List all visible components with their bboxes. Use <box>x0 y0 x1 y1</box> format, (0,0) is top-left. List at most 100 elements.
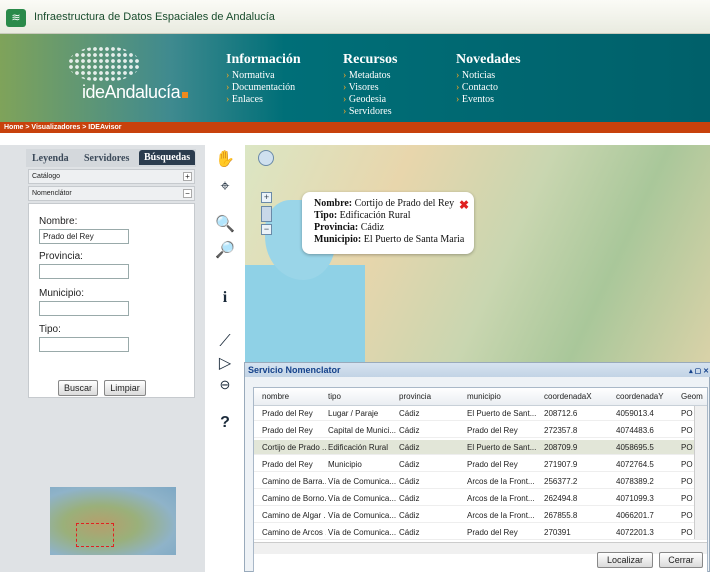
popup-municipio: El Puerto de Santa Maria <box>363 234 465 245</box>
breadcrumb[interactable]: Home > Visualizadores > IDEAvisor <box>0 122 710 133</box>
table-cell: PO <box>681 426 693 435</box>
logo-map-icon <box>68 46 140 82</box>
accordion-label: Catálogo <box>32 173 61 180</box>
table-cell: Vía de Comunica... <box>328 511 396 520</box>
clear-icon[interactable]: ⊖ <box>215 375 235 395</box>
tab-busquedas[interactable]: Búsquedas <box>139 150 196 165</box>
table-row[interactable]: Camino de Borno... Vía de Comunica... Cádi… <box>254 491 707 506</box>
menu-item[interactable]: Documentación <box>226 82 301 94</box>
search-form: Nombre: Prado del Rey Provincia: Municip… <box>28 203 195 398</box>
wifi-icon: ≋ <box>6 9 26 27</box>
table-row[interactable]: Camino de Arcos ... Vía de Comunica... Cád… <box>254 525 707 540</box>
municipio-field[interactable] <box>39 301 129 316</box>
table-cell: 4058695.5 <box>616 443 654 452</box>
table-cell: PO <box>681 511 693 520</box>
accordion-catalogo[interactable]: Catálogo + <box>28 169 195 184</box>
table-row[interactable]: Prado del Rey Municipio Cádiz Prado del Rey… <box>254 457 707 472</box>
table-row[interactable]: Camino de Algar ... Vía de Comunica... Cád… <box>254 508 707 523</box>
vertical-scrollbar[interactable] <box>694 406 707 539</box>
close-icon[interactable]: ✖ <box>459 198 469 212</box>
measure-line-icon[interactable]: ⟋ <box>215 332 235 352</box>
table-row[interactable]: Camino de Barra... Vía de Comunica... Cádi… <box>254 474 707 489</box>
logo-dot-icon <box>182 92 189 98</box>
menu-item[interactable]: Eventos <box>456 94 521 106</box>
zoom-extent-icon[interactable]: ⌖ <box>215 177 235 197</box>
buscar-button[interactable]: Buscar <box>58 380 98 396</box>
menu-item[interactable]: Geodesia <box>343 94 397 106</box>
column-header[interactable]: coordenadaY <box>616 392 664 401</box>
logo[interactable]: ideAndalucía <box>52 44 202 114</box>
table-cell: Prado del Rey <box>467 426 518 435</box>
table-cell: 4066201.7 <box>616 511 654 520</box>
limpiar-button[interactable]: Limpiar <box>104 380 146 396</box>
menu-item[interactable]: Metadatos <box>343 70 397 82</box>
column-header[interactable]: tipo <box>328 392 341 401</box>
table-cell: Camino de Borno... <box>262 494 326 503</box>
map-zoom-in-button[interactable]: + <box>261 192 272 203</box>
window-controls-icon[interactable]: ▴ ▢ ✕ <box>689 365 709 379</box>
accordion-nomenclator[interactable]: Nomenclátor − <box>28 186 195 201</box>
overview-extent-box[interactable] <box>76 523 114 547</box>
table-cell: PO <box>681 494 693 503</box>
menu-heading[interactable]: Recursos <box>343 52 397 68</box>
help-icon[interactable]: ? <box>215 413 235 433</box>
table-row[interactable]: Cortijo de Prado ... Edificación Rural Cád… <box>254 440 707 455</box>
table-cell: El Puerto de Sant... <box>467 409 537 418</box>
localizar-button[interactable]: Localizar <box>597 552 653 568</box>
expand-icon[interactable]: + <box>183 172 192 181</box>
table-cell: Vía de Comunica... <box>328 494 396 503</box>
zoom-out-icon[interactable]: 🔎 <box>215 241 235 261</box>
column-header[interactable]: nombre <box>262 392 289 401</box>
pan-hand-icon[interactable]: ✋ <box>215 150 235 170</box>
table-cell: 4072201.3 <box>616 528 654 537</box>
cerrar-button[interactable]: Cerrar <box>659 552 703 568</box>
menu-informacion: Información Normativa Documentación Enla… <box>226 52 301 106</box>
tipo-field[interactable] <box>39 337 129 352</box>
menu-item[interactable]: Normativa <box>226 70 301 82</box>
provincia-field[interactable] <box>39 264 129 279</box>
table-cell: Prado del Rey <box>467 460 518 469</box>
column-header[interactable]: municipio <box>467 392 501 401</box>
table-cell: Prado del Rey <box>262 426 313 435</box>
zoom-in-icon[interactable]: 🔍 <box>215 215 235 235</box>
tab-leyenda[interactable]: Leyenda <box>32 153 69 164</box>
menu-item[interactable]: Noticias <box>456 70 521 82</box>
measure-area-icon[interactable]: ▷ <box>215 354 235 374</box>
column-header[interactable]: provincia <box>399 392 431 401</box>
nombre-field[interactable]: Prado del Rey <box>39 229 129 244</box>
popup-nombre-label: Nombre: <box>314 198 353 209</box>
header-banner: ideAndalucía Información Normativa Docum… <box>0 34 710 122</box>
overview-map[interactable] <box>50 487 176 555</box>
menu-heading[interactable]: Novedades <box>456 52 521 68</box>
panel-title: Servicio Nomenclator <box>248 365 341 375</box>
table-cell: Camino de Barra... <box>262 477 326 486</box>
table-cell: 267855.8 <box>544 511 578 520</box>
table-cell: 208712.6 <box>544 409 578 418</box>
collapse-icon[interactable]: − <box>183 189 192 198</box>
column-header[interactable]: Geom <box>681 392 703 401</box>
table-cell: 4074483.6 <box>616 426 654 435</box>
table-row[interactable]: Prado del Rey Capital de Munici... Cádiz Pr… <box>254 423 707 438</box>
table-row[interactable]: Prado del Rey Lugar / Paraje Cádiz El Puert… <box>254 406 707 421</box>
map-zoom-out-button[interactable]: − <box>261 224 272 235</box>
info-icon[interactable]: i <box>215 288 235 308</box>
pan-control-icon[interactable] <box>258 150 274 166</box>
table-cell: 4071099.3 <box>616 494 654 503</box>
menu-item[interactable]: Servidores <box>343 106 397 118</box>
zoom-slider[interactable] <box>261 206 272 222</box>
menu-item[interactable]: Contacto <box>456 82 521 94</box>
table-cell: Arcos de la Front... <box>467 494 535 503</box>
table-cell: PO <box>681 409 693 418</box>
menu-heading[interactable]: Información <box>226 52 301 68</box>
nombre-label: Nombre: <box>39 216 78 227</box>
menu-item[interactable]: Visores <box>343 82 397 94</box>
table-cell: Cortijo de Prado ... <box>262 443 326 452</box>
table-cell: Cádiz <box>399 460 420 469</box>
menu-item[interactable]: Enlaces <box>226 94 301 106</box>
tab-servidores[interactable]: Servidores <box>84 153 129 164</box>
app-root: ≋ Infraestructura de Datos Espaciales de… <box>0 0 710 572</box>
title-bar: ≋ Infraestructura de Datos Espaciales de… <box>0 0 710 34</box>
popup-provincia-label: Provincia: <box>314 222 359 233</box>
table-cell: Prado del Rey <box>262 460 313 469</box>
column-header[interactable]: coordenadaX <box>544 392 592 401</box>
